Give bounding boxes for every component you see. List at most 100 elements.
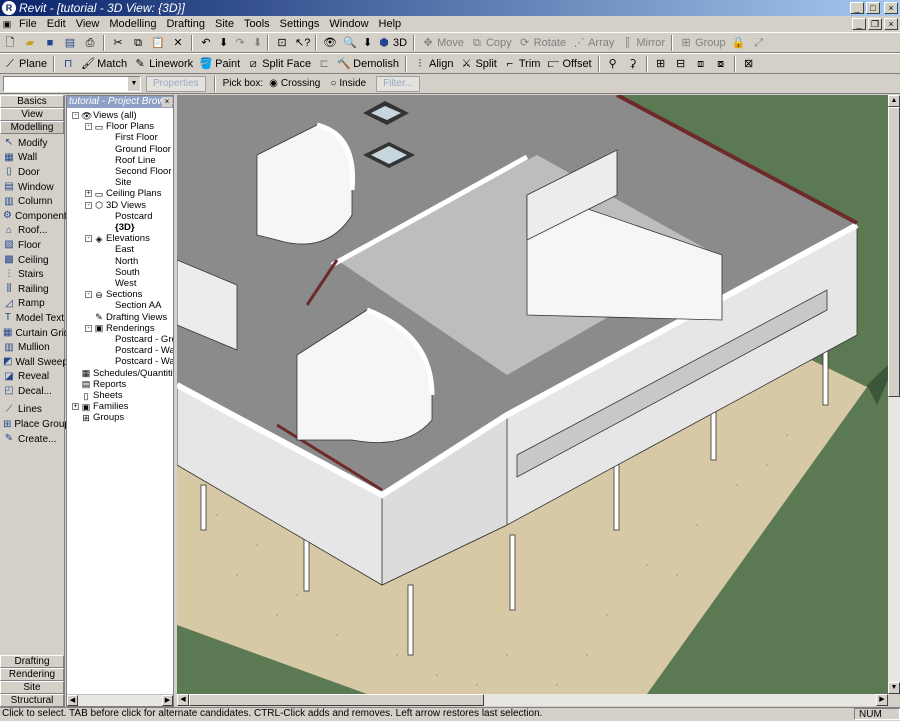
tree-item[interactable]: {3D}: [115, 222, 135, 233]
tree-item[interactable]: ✎ Drafting Views: [85, 312, 167, 323]
tree-item[interactable]: Site: [115, 177, 131, 188]
tree-item[interactable]: Section AA: [115, 300, 161, 311]
expand-icon[interactable]: +: [72, 403, 79, 411]
demolish-button[interactable]: 🔨 Demolish: [334, 55, 402, 73]
tree-item[interactable]: Postcard: [115, 211, 153, 222]
collapse-icon[interactable]: -: [85, 291, 92, 299]
resize-button[interactable]: ⤢: [749, 34, 769, 52]
menu-tools[interactable]: Tools: [239, 18, 275, 30]
scroll-right-icon[interactable]: ▶: [162, 695, 173, 706]
horizontal-scroll-thumb[interactable]: [189, 694, 484, 706]
chevron-down-icon[interactable]: ▼: [128, 76, 140, 91]
match-button[interactable]: 🖌 Match: [78, 55, 130, 73]
tree-item[interactable]: + ▭ Ceiling Plans: [85, 188, 161, 199]
join-geometry-button[interactable]: ⊏: [314, 55, 334, 73]
menu-view[interactable]: View: [71, 18, 105, 30]
tree-item[interactable]: Postcard - Grou: [115, 334, 173, 345]
plane-button[interactable]: ⟋ Plane: [0, 55, 50, 73]
collapse-icon[interactable]: -: [72, 112, 79, 119]
browser-horizontal-scrollbar[interactable]: ◀ ▶: [67, 694, 173, 706]
tree-item[interactable]: South: [115, 267, 140, 278]
design-bar-item-door[interactable]: ▯ Door: [0, 165, 64, 180]
close-icon[interactable]: ×: [162, 97, 172, 107]
scroll-left-icon[interactable]: ◀: [177, 694, 189, 706]
rotate-button[interactable]: ⟳ Rotate: [515, 34, 569, 52]
host-button[interactable]: ⧈: [691, 55, 711, 73]
design-bar-item-ramp[interactable]: ◿ Ramp: [0, 297, 64, 312]
cut-button[interactable]: ✂: [108, 34, 128, 52]
viewport-vertical-scrollbar[interactable]: ▲ ▼: [888, 95, 900, 694]
revit-app-icon[interactable]: R: [2, 1, 16, 15]
minimize-button[interactable]: _: [850, 2, 864, 14]
design-bar-item-ceiling[interactable]: ▩ Ceiling: [0, 253, 64, 268]
inside-radio[interactable]: ○: [330, 78, 336, 89]
scroll-right-icon[interactable]: ▶: [876, 694, 888, 706]
scroll-up-icon[interactable]: ▲: [888, 95, 900, 107]
tree-item[interactable]: ⊞ Groups: [72, 412, 124, 423]
pin-button[interactable]: ⚲: [603, 55, 623, 73]
split-face-button[interactable]: ⧄ Split Face: [243, 55, 314, 73]
scroll-left-icon[interactable]: ◀: [67, 695, 78, 706]
delete-button[interactable]: ✕: [168, 34, 188, 52]
doc-close-button[interactable]: ×: [884, 18, 898, 30]
tree-item[interactable]: Second Floor: [115, 166, 172, 177]
save-button[interactable]: ■: [40, 34, 60, 52]
design-bar-item-column[interactable]: ▥ Column: [0, 194, 64, 209]
tree-item[interactable]: Postcard - Wall: [115, 345, 173, 356]
tree-item[interactable]: ▦Schedules/Quantities: [72, 368, 173, 379]
menu-window[interactable]: Window: [324, 18, 373, 30]
offset-button[interactable]: ⫍ Offset: [543, 55, 594, 73]
whats-this-button[interactable]: ↖?: [292, 34, 312, 52]
dynamic-view-button[interactable]: 👁: [320, 34, 340, 52]
design-bar-item-create[interactable]: ✎ Create...: [0, 432, 64, 447]
design-bar-item-curtain-grid[interactable]: ▦ Curtain Grid: [0, 326, 69, 341]
redo-button[interactable]: ↷: [230, 34, 250, 52]
menu-file[interactable]: File: [14, 18, 42, 30]
open-button[interactable]: ▰: [20, 34, 40, 52]
collapse-icon[interactable]: -: [85, 324, 92, 332]
design-bar-item-stairs[interactable]: ⫶ Stairs: [0, 267, 64, 282]
tree-item[interactable]: Ground Floor: [115, 144, 171, 155]
tab-drafting[interactable]: Drafting: [0, 655, 64, 668]
unpin-button[interactable]: ⚳: [623, 55, 643, 73]
copy-clipboard-button[interactable]: ⧉: [128, 34, 148, 52]
menu-drafting[interactable]: Drafting: [161, 18, 210, 30]
group-button[interactable]: ⊞ Group: [676, 34, 729, 52]
tab-structural[interactable]: Structural: [0, 694, 64, 707]
building-model-3d[interactable]: [177, 95, 888, 694]
activate-view-button[interactable]: ⊡: [272, 34, 292, 52]
array-button[interactable]: ⋰ Array: [569, 34, 617, 52]
align-button[interactable]: ⫶ Align: [410, 55, 456, 73]
menu-edit[interactable]: Edit: [42, 18, 71, 30]
design-bar-item-window[interactable]: ▤ Window: [0, 180, 64, 195]
tree-item[interactable]: West: [115, 278, 136, 289]
design-bar-item-decal[interactable]: ◰ Decal...: [0, 384, 64, 399]
viewport-horizontal-scrollbar[interactable]: ◀ ▶: [177, 694, 888, 706]
zoom-dropdown[interactable]: ⬇: [360, 34, 374, 52]
design-bar-item-lines[interactable]: ⟋ Lines: [0, 403, 64, 418]
collapse-icon[interactable]: -: [85, 201, 92, 209]
copy-button[interactable]: ⧉ Copy: [467, 34, 515, 52]
doc-minimize-button[interactable]: _: [852, 18, 866, 30]
copy-to-clipboard-button[interactable]: ⊞: [651, 55, 671, 73]
close-button[interactable]: ×: [884, 2, 898, 14]
design-bar-item-floor[interactable]: ▨ Floor: [0, 238, 64, 253]
paste-aligned-button[interactable]: ⊟: [671, 55, 691, 73]
print-button[interactable]: ⎙: [80, 34, 100, 52]
tab-basics[interactable]: Basics: [0, 95, 64, 108]
document-icon[interactable]: ▣: [0, 17, 14, 31]
collapse-icon[interactable]: -: [85, 235, 92, 243]
maximize-button[interactable]: □: [866, 2, 880, 14]
design-bar-item-roof[interactable]: ⌂ Roof...: [0, 224, 64, 239]
tree-item[interactable]: - ⊖ Sections: [85, 289, 142, 300]
tree-item[interactable]: ▯ Sheets: [72, 390, 123, 401]
design-bar-item-component[interactable]: ⚙ Component: [0, 209, 67, 224]
crossing-radio[interactable]: ◉: [269, 78, 278, 89]
new-button[interactable]: 🗋: [0, 34, 20, 52]
tree-item[interactable]: First Floor: [115, 132, 158, 143]
menu-modelling[interactable]: Modelling: [104, 18, 161, 30]
paste-button[interactable]: 📋: [148, 34, 168, 52]
trim-button[interactable]: ⌐ Trim: [500, 55, 544, 73]
tree-item[interactable]: ▤ Reports: [72, 379, 127, 390]
collapse-icon[interactable]: -: [85, 123, 92, 131]
